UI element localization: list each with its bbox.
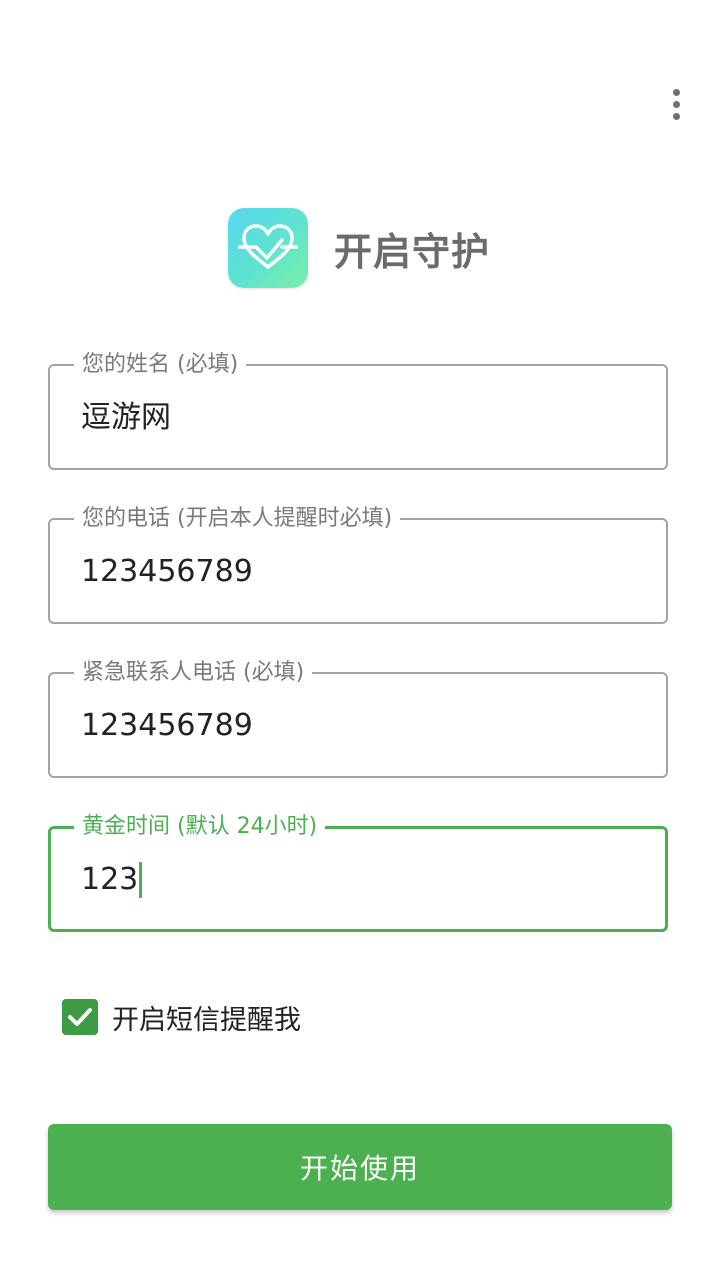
start-button[interactable]: 开始使用 <box>48 1124 672 1210</box>
golden-time-field-label: 黄金时间 (默认 24小时) <box>74 813 326 841</box>
emergency-phone-field[interactable]: 紧急联系人电话 (必填) 123456789 <box>48 659 668 778</box>
phone-field-label: 您的电话 (开启本人提醒时必填) <box>74 505 401 533</box>
menu-dot <box>672 112 680 120</box>
sms-reminder-label: 开启短信提醒我 <box>112 1004 301 1036</box>
text-caret <box>139 862 143 898</box>
emergency-phone-input[interactable]: 123456789 <box>81 706 253 746</box>
phone-input[interactable]: 123456789 <box>81 552 253 592</box>
heart-check-icon <box>228 208 308 288</box>
golden-time-field[interactable]: 黄金时间 (默认 24小时) 123 <box>48 813 668 932</box>
name-field[interactable]: 您的姓名 (必填) 逗游网 <box>48 351 668 470</box>
page-title: 开启守护 <box>334 229 491 274</box>
golden-time-input[interactable]: 123 <box>81 860 143 900</box>
name-field-label: 您的姓名 (必填) <box>74 351 247 379</box>
heart-check-svg <box>238 224 298 269</box>
sms-reminder-checkbox[interactable] <box>62 999 98 1035</box>
golden-time-input-text: 123 <box>81 862 139 897</box>
sms-reminder-option[interactable]: 开启短信提醒我 <box>62 998 301 1036</box>
more-vertical-icon[interactable] <box>660 84 692 124</box>
menu-dot <box>672 100 680 108</box>
phone-field[interactable]: 您的电话 (开启本人提醒时必填) 123456789 <box>48 505 668 624</box>
app-header: 开启守护 <box>228 208 490 288</box>
emergency-phone-field-label: 紧急联系人电话 (必填) <box>74 659 313 687</box>
name-input[interactable]: 逗游网 <box>81 398 171 438</box>
menu-dot <box>672 88 680 96</box>
check-icon <box>68 1008 92 1026</box>
